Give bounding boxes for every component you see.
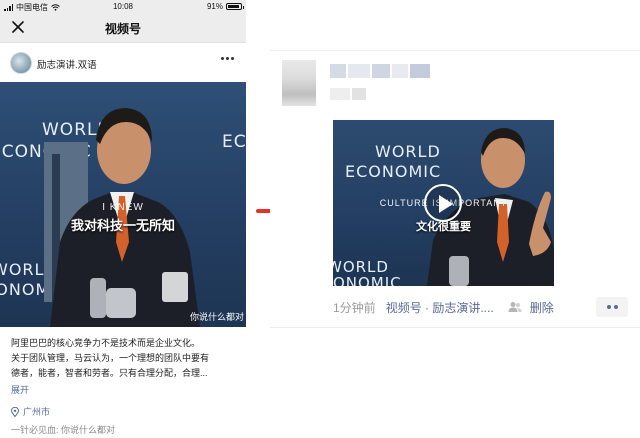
description-line: 德者，能者，智者和劳者。只有合理分配，合理... xyxy=(11,368,208,378)
video-subtitle-zh: 我对科技一无所知 xyxy=(70,218,175,233)
video-corner-caption: 你说什么都对 xyxy=(189,312,244,322)
battery-percent: 91% xyxy=(206,2,223,11)
divider xyxy=(270,50,640,51)
video-channel-source-link[interactable]: 视频号 · 励志演讲.... xyxy=(386,299,494,316)
wef-logo-lower: WORLD xyxy=(333,258,389,276)
description-line: 阿里巴巴的核心竞争力不是技术而是企业文化。 xyxy=(11,338,201,348)
description-line: 关于团队管理，马云认为，一个理想的团队中要有 xyxy=(11,353,210,363)
status-bar: 中国电信 10:08 91% xyxy=(0,0,246,13)
wef-logo-lower2: ECONOMIC xyxy=(333,274,402,287)
avatar[interactable] xyxy=(10,52,32,74)
redacted-name-block xyxy=(372,64,390,78)
video-player[interactable]: WORLD ECONOMIC ECONOMIC WORLD ECONOMIC I… xyxy=(0,82,246,327)
video-subtitle-en: I KNEW xyxy=(102,202,144,213)
comment-preview[interactable]: 一针必见血: 你说什么都对 xyxy=(11,423,115,436)
author-name[interactable]: 励志演讲.双语 xyxy=(37,57,97,71)
redacted-name-block xyxy=(348,64,370,78)
moments-video[interactable]: WORLD ECONOMIC WORLD ECONOMIC CULTURE IS… xyxy=(333,120,554,286)
friends-visibility-icon[interactable] xyxy=(508,301,522,313)
nav-title: 视频号 xyxy=(104,22,141,36)
author-row: 励志演讲.双语 xyxy=(0,47,246,81)
divider xyxy=(270,327,640,328)
more-options-icon[interactable] xyxy=(221,57,234,60)
redacted-text-block xyxy=(352,88,366,100)
post-description: 阿里巴巴的核心竞争力不是技术而是企业文化。 关于团队管理，马云认为，一个理想的团… xyxy=(11,336,237,381)
moments-feed: WORLD ECONOMIC WORLD ECONOMIC CULTURE IS… xyxy=(270,0,640,438)
redacted-name-block xyxy=(410,64,430,78)
phone-screenshot: 中国电信 10:08 91% 视频号 励志演讲.双语 WORLD ECONOMI… xyxy=(0,0,246,438)
nav-bar: 视频号 xyxy=(0,13,246,43)
location-pin-icon xyxy=(11,406,19,417)
redacted-name-block xyxy=(330,64,346,78)
redacted-avatar xyxy=(282,60,316,106)
battery-icon xyxy=(226,3,244,10)
redacted-text-block xyxy=(330,88,350,100)
redacted-name-block xyxy=(392,64,408,78)
post-meta-row: 1分钟前 视频号 · 励志演讲.... 删除 xyxy=(333,297,554,317)
play-button[interactable] xyxy=(424,184,462,222)
battery-group: 91% xyxy=(206,2,244,11)
location-tag[interactable]: 广州市 xyxy=(11,405,50,418)
post-time: 1分钟前 xyxy=(333,300,376,315)
location-label: 广州市 xyxy=(23,407,51,417)
more-actions-button[interactable] xyxy=(596,297,628,317)
delete-button[interactable]: 删除 xyxy=(530,299,554,316)
expand-link[interactable]: 展开 xyxy=(11,383,29,396)
wef-logo-side: ECONOMIC xyxy=(222,132,246,152)
